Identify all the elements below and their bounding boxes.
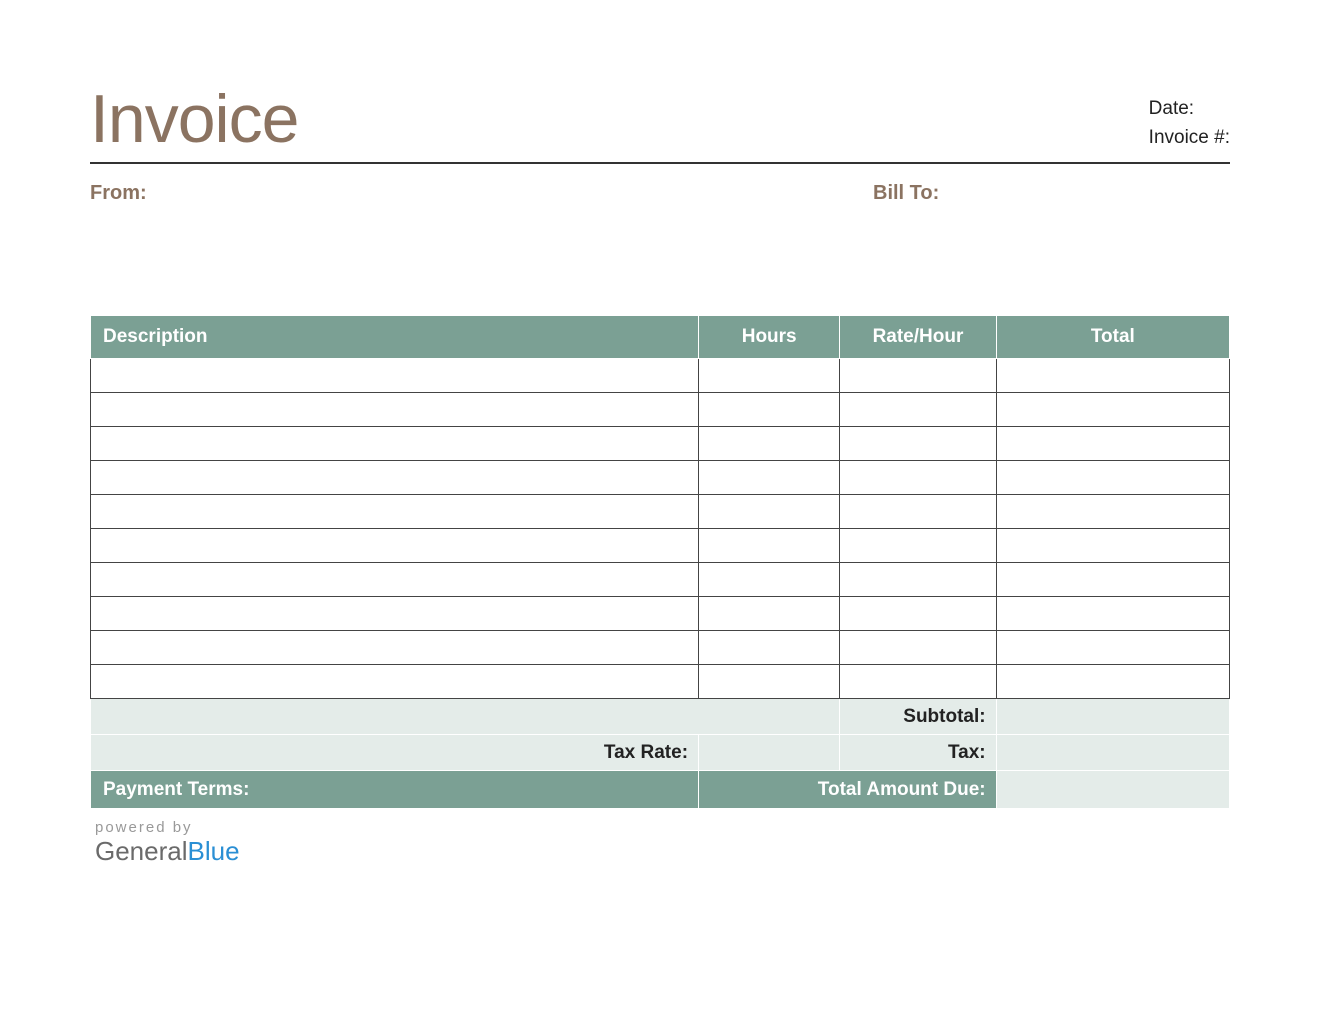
invoice-number-label: Invoice #: xyxy=(1149,124,1230,153)
tax-row: Tax Rate: Tax: xyxy=(91,735,1230,771)
from-label: From: xyxy=(90,182,147,205)
cell-hours[interactable] xyxy=(699,393,840,427)
cell-description[interactable] xyxy=(91,597,699,631)
brand-general-text: General xyxy=(95,836,188,866)
line-items-table: Description Hours Rate/Hour Total Subtot… xyxy=(90,315,1230,809)
table-row xyxy=(91,563,1230,597)
date-label: Date: xyxy=(1149,95,1230,124)
header-hours: Hours xyxy=(699,316,840,359)
total-due-label: Total Amount Due: xyxy=(699,771,997,809)
total-due-row: Payment Terms: Total Amount Due: xyxy=(91,771,1230,809)
cell-description[interactable] xyxy=(91,563,699,597)
cell-rate[interactable] xyxy=(840,393,996,427)
table-row xyxy=(91,461,1230,495)
table-row xyxy=(91,529,1230,563)
cell-description[interactable] xyxy=(91,665,699,699)
cell-description[interactable] xyxy=(91,427,699,461)
cell-description[interactable] xyxy=(91,495,699,529)
total-due-value xyxy=(996,771,1229,809)
header-total: Total xyxy=(996,316,1229,359)
table-row xyxy=(91,597,1230,631)
table-row xyxy=(91,665,1230,699)
cell-total[interactable] xyxy=(996,665,1229,699)
table-row xyxy=(91,393,1230,427)
cell-total[interactable] xyxy=(996,631,1229,665)
cell-hours[interactable] xyxy=(699,529,840,563)
from-section: From: xyxy=(90,182,147,205)
payment-terms-label: Payment Terms: xyxy=(91,771,699,809)
cell-hours[interactable] xyxy=(699,665,840,699)
header-row: Invoice Date: Invoice #: xyxy=(90,80,1230,164)
subtotal-value xyxy=(996,699,1229,735)
cell-total[interactable] xyxy=(996,529,1229,563)
tax-rate-label: Tax Rate: xyxy=(91,735,699,771)
header-rate: Rate/Hour xyxy=(840,316,996,359)
powered-by-label: powered by xyxy=(95,819,1230,836)
bill-to-section: Bill To: xyxy=(873,182,1230,205)
page-title: Invoice xyxy=(90,80,298,158)
cell-rate[interactable] xyxy=(840,631,996,665)
tax-value xyxy=(996,735,1229,771)
invoice-meta: Date: Invoice #: xyxy=(1149,95,1230,158)
subtotal-row: Subtotal: xyxy=(91,699,1230,735)
cell-rate[interactable] xyxy=(840,427,996,461)
cell-rate[interactable] xyxy=(840,529,996,563)
cell-hours[interactable] xyxy=(699,495,840,529)
cell-hours[interactable] xyxy=(699,461,840,495)
table-row xyxy=(91,359,1230,393)
cell-rate[interactable] xyxy=(840,461,996,495)
cell-total[interactable] xyxy=(996,393,1229,427)
cell-total[interactable] xyxy=(996,461,1229,495)
cell-rate[interactable] xyxy=(840,359,996,393)
subtotal-spacer xyxy=(91,699,840,735)
cell-hours[interactable] xyxy=(699,631,840,665)
cell-hours[interactable] xyxy=(699,563,840,597)
cell-description[interactable] xyxy=(91,359,699,393)
cell-rate[interactable] xyxy=(840,665,996,699)
cell-total[interactable] xyxy=(996,427,1229,461)
cell-total[interactable] xyxy=(996,359,1229,393)
tax-rate-value[interactable] xyxy=(699,735,840,771)
parties-row: From: Bill To: xyxy=(90,182,1230,205)
cell-total[interactable] xyxy=(996,563,1229,597)
cell-rate[interactable] xyxy=(840,563,996,597)
table-row xyxy=(91,631,1230,665)
cell-rate[interactable] xyxy=(840,597,996,631)
table-row xyxy=(91,495,1230,529)
brand-logo: GeneralBlue xyxy=(95,836,1230,867)
cell-description[interactable] xyxy=(91,461,699,495)
cell-description[interactable] xyxy=(91,631,699,665)
cell-description[interactable] xyxy=(91,393,699,427)
brand-blue-text: Blue xyxy=(188,836,240,866)
invoice-container: Invoice Date: Invoice #: From: Bill To: … xyxy=(90,80,1230,867)
cell-rate[interactable] xyxy=(840,495,996,529)
cell-description[interactable] xyxy=(91,529,699,563)
subtotal-label: Subtotal: xyxy=(840,699,996,735)
cell-total[interactable] xyxy=(996,495,1229,529)
header-description: Description xyxy=(91,316,699,359)
table-header-row: Description Hours Rate/Hour Total xyxy=(91,316,1230,359)
tax-label: Tax: xyxy=(840,735,996,771)
cell-total[interactable] xyxy=(996,597,1229,631)
cell-hours[interactable] xyxy=(699,597,840,631)
footer: powered by GeneralBlue xyxy=(95,819,1230,867)
cell-hours[interactable] xyxy=(699,427,840,461)
cell-hours[interactable] xyxy=(699,359,840,393)
bill-to-label: Bill To: xyxy=(873,182,1230,205)
table-row xyxy=(91,427,1230,461)
